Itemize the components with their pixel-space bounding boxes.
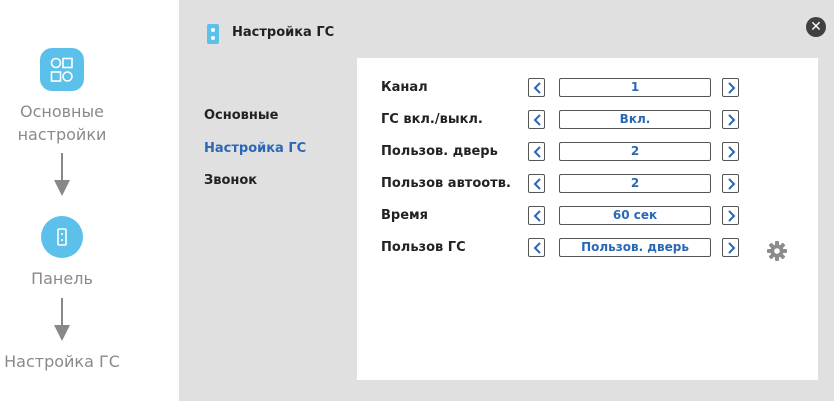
nav-item-gs-settings[interactable]: Настройка ГС — [204, 141, 306, 156]
gear-icon[interactable] — [766, 240, 788, 262]
user-gs-next-button[interactable] — [722, 238, 739, 257]
setting-label-user-door: Пользов. дверь — [381, 144, 498, 159]
close-button[interactable]: ✕ — [806, 17, 826, 37]
gs-onoff-value[interactable]: Вкл. — [559, 110, 711, 129]
flow-step-panel: Панель — [31, 269, 93, 288]
user-autoanswer-value[interactable]: 2 — [559, 174, 711, 193]
basic-settings-icon — [40, 48, 84, 91]
setting-label-user-gs: Пользов ГС — [381, 240, 466, 255]
gs-onoff-prev-button[interactable] — [528, 110, 545, 129]
down-arrow-icon — [54, 298, 70, 341]
panel-device-icon — [207, 24, 219, 44]
user-autoanswer-prev-button[interactable] — [528, 174, 545, 193]
user-gs-prev-button[interactable] — [528, 238, 545, 257]
channel-value[interactable]: 1 — [559, 78, 711, 97]
panel-icon — [41, 216, 83, 258]
nav-item-basic[interactable]: Основные — [204, 108, 278, 123]
channel-prev-button[interactable] — [528, 78, 545, 97]
flow-step-basic-line1: Основные — [19, 102, 104, 121]
setting-label-time: Время — [381, 208, 429, 223]
time-value[interactable]: 60 сек — [559, 206, 711, 225]
setting-label-user-autoanswer: Пользов автоотв. — [381, 176, 511, 191]
user-gs-value[interactable]: Пользов. дверь — [559, 238, 711, 257]
setting-label-gs-onoff: ГС вкл./выкл. — [381, 112, 483, 127]
channel-next-button[interactable] — [722, 78, 739, 97]
time-prev-button[interactable] — [528, 206, 545, 225]
flow-step-gs-settings: Настройка ГС — [4, 352, 120, 371]
user-autoanswer-next-button[interactable] — [722, 174, 739, 193]
flow-step-basic-settings: Основные настройки — [10, 100, 114, 146]
user-door-prev-button[interactable] — [528, 142, 545, 161]
flow-step-basic-line2: настройки — [17, 125, 107, 144]
page-title: Настройка ГС — [232, 25, 335, 40]
user-door-next-button[interactable] — [722, 142, 739, 161]
time-next-button[interactable] — [722, 206, 739, 225]
setting-label-channel: Канал — [381, 80, 428, 95]
down-arrow-icon — [54, 153, 70, 196]
user-door-value[interactable]: 2 — [559, 142, 711, 161]
gs-onoff-next-button[interactable] — [722, 110, 739, 129]
nav-item-bell[interactable]: Звонок — [204, 173, 257, 188]
